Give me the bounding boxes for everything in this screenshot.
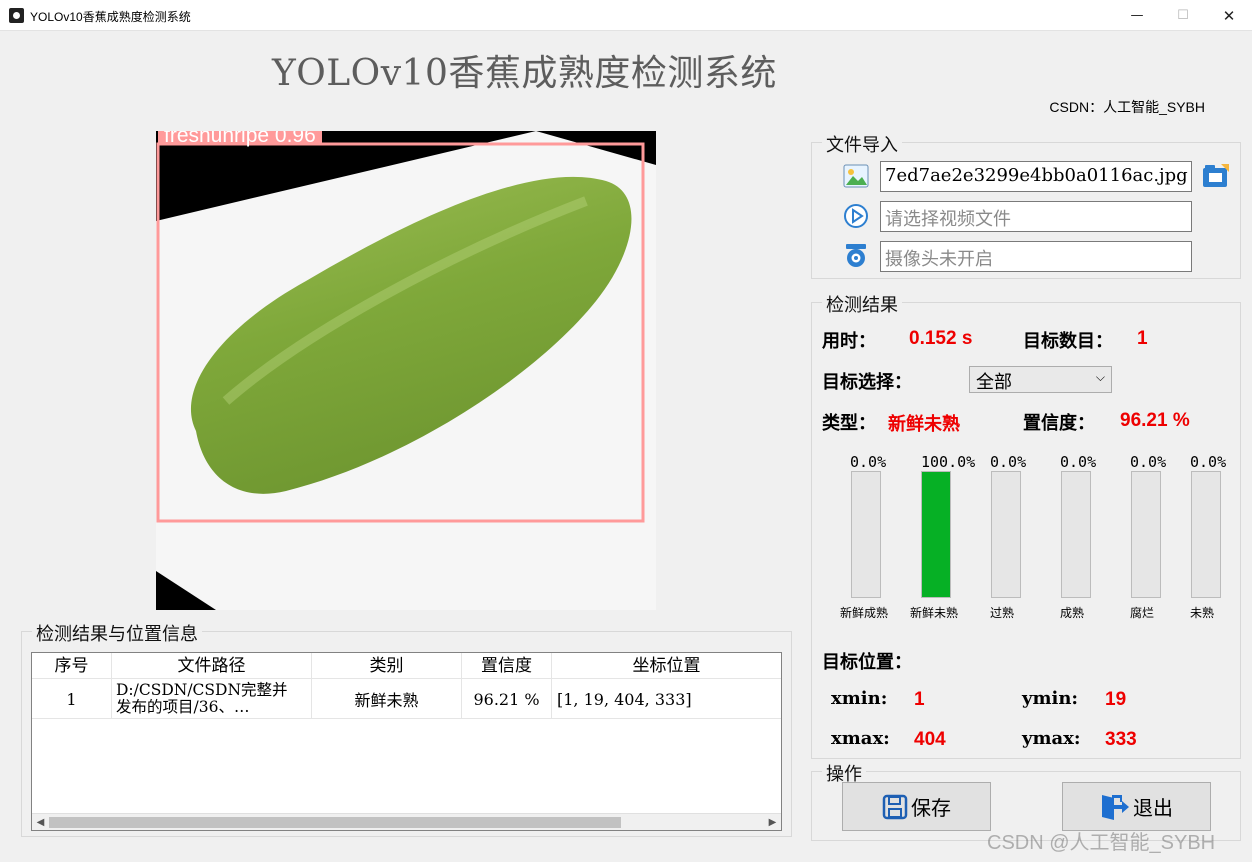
detection-image-view: freshunripe 0.96 [156,131,656,610]
bar-pct: 0.0% [990,453,1027,471]
video-play-icon[interactable] [843,203,869,229]
results-table[interactable]: 序号 文件路径 类别 置信度 坐标位置 1 D:/CSDN/CSDN完整并 发布… [31,652,782,831]
xmax-label: xmax: [831,728,890,749]
xmin-value: 1 [914,689,925,710]
window-titlebar: YOLOv10香蕉成熟度检测系统 — ☐ ✕ [0,0,1252,31]
bar-track [1191,471,1221,598]
window-title: YOLOv10香蕉成熟度检测系统 [30,10,191,24]
app-icon [9,8,24,23]
scrollbar-thumb[interactable] [49,817,621,828]
count-value: 1 [1137,328,1148,349]
camera-icon[interactable] [843,243,869,269]
bar-pct: 0.0% [1190,453,1227,471]
bar-track [1131,471,1161,598]
table-header: 序号 文件路径 类别 置信度 坐标位置 [32,653,781,679]
column-header-index[interactable]: 序号 [32,653,112,679]
target-position-label: 目标位置： [822,652,912,673]
cell-index: 1 [32,679,112,719]
cell-coords: [1, 19, 404, 333] [557,689,692,709]
time-value: 0.152 s [909,328,973,349]
bar-name: 新鲜未熟 [909,606,958,620]
bar-pct: 100.0% [921,453,976,471]
bar-pct: 0.0% [1130,453,1167,471]
cell-path: D:/CSDN/CSDN完整并 发布的项目/36、… [112,679,312,719]
time-label: 用时： [822,331,876,352]
save-button[interactable]: 保存 [842,782,991,831]
exit-button-label: 退出 [1133,796,1173,820]
target-select-label: 目标选择： [822,372,912,393]
bar-track [1061,471,1091,598]
chevron-down-icon: ⌵ [1095,370,1105,384]
column-header-category[interactable]: 类别 [312,653,462,679]
target-select-value: 全部 [976,372,1012,393]
results-table-title: 检测结果与位置信息 [32,620,202,646]
cell-path-line: D:/CSDN/CSDN完整并 [116,681,288,699]
type-label: 类型： [822,413,876,434]
page-title: YOLOv10香蕉成熟度检测系统 [272,53,777,94]
table-row[interactable]: 1 D:/CSDN/CSDN完整并 发布的项目/36、… 新鲜未熟 96.21 … [32,679,781,719]
xmin-label: xmin: [831,688,888,709]
watermark: CSDN @人工智能_SYBH [987,832,1216,854]
confidence-label: 置信度： [1023,413,1095,434]
bar-name: 腐烂 [1129,606,1154,620]
horizontal-scrollbar[interactable]: ◀ ▶ [32,813,781,830]
credit-text: CSDN：人工智能_SYBH [1049,99,1205,115]
type-value: 新鲜未熟 [888,414,960,435]
bar-name: 新鲜成熟 [839,606,888,620]
ymax-label: ymax: [1022,728,1081,749]
column-header-coords[interactable]: 坐标位置 [552,653,781,679]
detection-results-title: 检测结果 [822,291,902,317]
bar-pct: 0.0% [1060,453,1097,471]
open-folder-icon[interactable] [1202,163,1229,189]
image-file-field[interactable]: 7ed7ae2e3299e4bb0a0116ac.jpg [880,161,1192,192]
camera-status-field[interactable]: 摄像头未开启 [880,241,1192,272]
file-import-title: 文件导入 [822,131,902,157]
scroll-left-icon[interactable]: ◀ [32,814,49,831]
save-button-label: 保存 [911,796,951,820]
cell-category: 新鲜未熟 [312,679,462,719]
video-file-field[interactable]: 请选择视频文件 [880,201,1192,232]
bar-name: 成熟 [1059,606,1084,620]
bar-pct: 0.0% [850,453,887,471]
maximize-button[interactable]: ☐ [1160,0,1206,31]
count-label: 目标数目： [1023,331,1113,352]
bar-track [991,471,1021,598]
detection-label: freshunripe 0.96 [158,131,322,147]
ymin-label: ymin: [1022,688,1079,709]
minimize-button[interactable]: — [1114,0,1160,31]
scroll-right-icon[interactable]: ▶ [764,814,781,831]
confidence-value: 96.21 % [1120,410,1190,431]
exit-icon [1102,794,1129,820]
close-button[interactable]: ✕ [1206,0,1252,31]
save-icon [882,794,908,819]
column-header-path[interactable]: 文件路径 [112,653,312,679]
bar-name: 过熟 [989,606,1014,620]
column-header-confidence[interactable]: 置信度 [462,653,552,679]
cell-confidence: 96.21 % [462,679,552,719]
xmax-value: 404 [914,729,946,750]
bar-track [921,471,951,598]
bar-track [851,471,881,598]
exit-button[interactable]: 退出 [1062,782,1211,831]
image-file-icon[interactable] [843,163,869,189]
cell-path-line: 发布的项目/36、… [116,698,250,716]
bar-fill [922,472,950,597]
ymax-value: 333 [1105,729,1137,750]
bar-name: 未熟 [1189,606,1214,620]
banana-image [156,131,656,610]
target-select-dropdown[interactable]: 全部 ⌵ [969,366,1112,393]
ymin-value: 19 [1105,689,1127,710]
